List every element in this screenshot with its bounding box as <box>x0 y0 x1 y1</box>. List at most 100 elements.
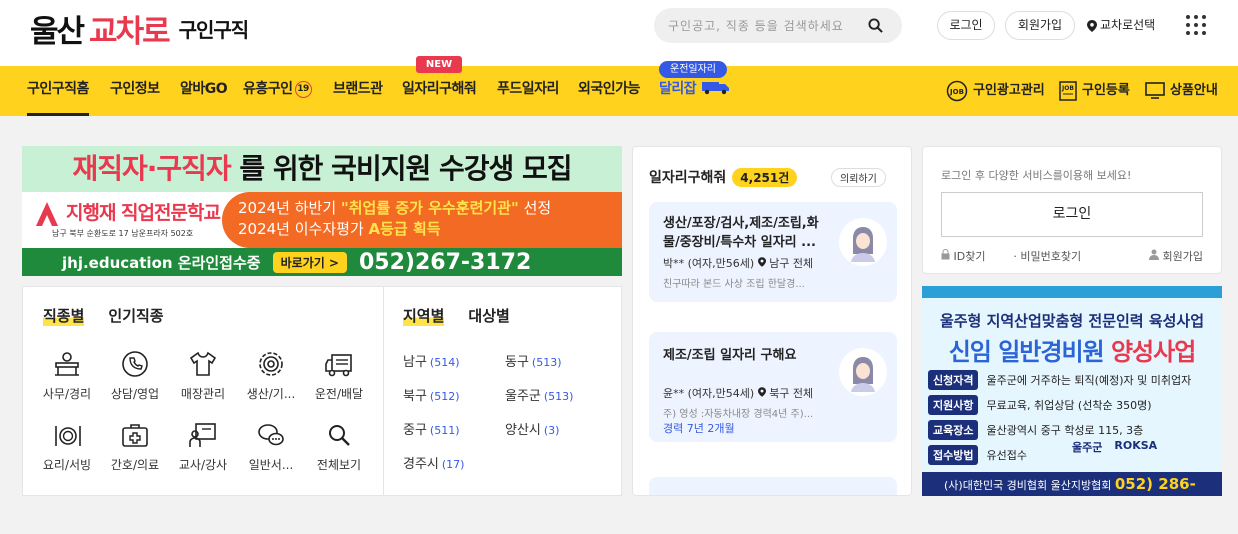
region-item[interactable]: 동구 (513) <box>505 351 607 370</box>
nav-food-job[interactable]: 푸드일자리 <box>497 66 559 116</box>
category-teacher[interactable]: 교사/강사 <box>169 420 237 473</box>
chat-icon <box>258 424 284 446</box>
nav-foreigner[interactable]: 외국인가능 <box>578 66 640 116</box>
nav-ad-manage[interactable]: JOB 구인광고관리 <box>946 66 1045 116</box>
banner2-row-label: 지원사항 <box>928 395 979 415</box>
banner1-title-red: 재직자·구직자 <box>72 152 231 185</box>
female-avatar-icon <box>851 357 875 392</box>
site-logo[interactable]: 울산 교차로 구인구직 <box>30 6 249 50</box>
category-cooking[interactable]: 요리/서빙 <box>33 420 101 473</box>
tab-by-job[interactable]: 직종별 <box>43 305 85 326</box>
job-seeker-card[interactable] <box>649 477 897 495</box>
nav-find-job[interactable]: 일자리구해줘 <box>402 66 477 116</box>
banner2-row: 신청자격 울주군에 거주하는 퇴직(예정)자 및 미취업자 <box>928 370 1191 390</box>
job-seeker-card[interactable]: 생산/포장/검사,제조/조립,화물/중장비/특수차 일자리 ... 박** (여… <box>649 202 897 302</box>
region-item[interactable]: 북구 (512) <box>403 385 505 404</box>
nav-ad-manage-label: 구인광고관리 <box>973 83 1045 98</box>
all-menu-icon[interactable] <box>1186 15 1206 35</box>
lock-icon <box>941 249 950 260</box>
region-item[interactable]: 중구 (511) <box>403 419 505 438</box>
search-icon[interactable] <box>868 18 883 33</box>
category-view-all[interactable]: 전체보기 <box>305 420 373 473</box>
category-label: 교사/강사 <box>178 458 228 472</box>
security-training-banner[interactable]: 울주형 지역산업맞춤형 전문인력 육성사업 신임 일반경비원 양성사업 신청자격… <box>922 286 1222 496</box>
join-link[interactable]: 회원가입 <box>1149 248 1203 264</box>
banner2-row-label: 접수방법 <box>928 445 979 465</box>
banner1-go-button[interactable]: 바로가기 > <box>272 251 347 273</box>
nav-home[interactable]: 구인구직홈 <box>27 66 89 116</box>
banner2-logos: 울주군 ROKSA <box>1072 439 1157 455</box>
region-item[interactable]: 경주시 (17) <box>403 453 505 472</box>
job-seeker-count: 4,251건 <box>732 167 798 187</box>
banner1-title: 재직자·구직자 를 위한 국비지원 수강생 모집 <box>22 146 622 192</box>
banner1-school: 지행재 직업전문학교 <box>66 202 221 224</box>
signup-button[interactable]: 회원가입 <box>1005 11 1075 40</box>
region-select[interactable]: 교차로선택 <box>1087 11 1155 40</box>
banner1-middle: 지행재 직업전문학교 남구 북부 순환도로 17 남운프라자 502호 2024… <box>22 192 622 248</box>
tab-by-region[interactable]: 지역별 <box>403 305 445 326</box>
phone-icon <box>122 351 148 377</box>
banner2-row-text: 유선접수 <box>986 449 1027 462</box>
banner2-title2-b: 양성사업 <box>1110 338 1196 366</box>
login-button[interactable]: 로그인 <box>937 11 995 40</box>
category-general-service[interactable]: 일반서... <box>237 420 305 473</box>
find-password-link[interactable]: · 비밀번호찾기 <box>1013 248 1081 264</box>
category-driving[interactable]: 운전/배달 <box>305 349 373 402</box>
user-icon <box>1149 249 1160 260</box>
category-divider <box>383 287 384 495</box>
job-seeker-card[interactable]: 제조/조립 일자리 구해요 윤** (여자,만54세) 북구 전체 주) 영성 … <box>649 332 897 442</box>
region-name: 중구 <box>403 423 427 438</box>
job-circle-icon: JOB <box>946 80 968 102</box>
category-label: 상담/영업 <box>110 387 160 401</box>
card-desc: 주) 영성 :자동차내장 경력4년 주)... <box>663 409 814 420</box>
category-office[interactable]: 사무/경리 <box>33 349 101 402</box>
category-medical[interactable]: 간호/의료 <box>101 420 169 473</box>
join-label: 회원가입 <box>1162 250 1203 263</box>
tab-by-target[interactable]: 대상별 <box>468 305 509 326</box>
category-box: 직종별 인기직종 사무/경리 상담/영업 매장관리 생산/기... 운전/배달 … <box>22 286 622 496</box>
request-button[interactable]: 의뢰하기 <box>831 168 886 187</box>
category-sales[interactable]: 상담/영업 <box>101 349 169 402</box>
tab-popular-job[interactable]: 인기직종 <box>108 305 163 326</box>
region-name: 양산시 <box>505 423 541 438</box>
nav-products[interactable]: 상품안내 <box>1145 66 1218 116</box>
card-region: 남구 전체 <box>769 257 814 270</box>
banner2-row-text: 울산광역시 중구 학성로 115, 3층 <box>986 424 1144 437</box>
region-count: (513) <box>543 390 574 403</box>
banner1-line1-pre: 2024년 하반기 <box>238 199 341 217</box>
school-ad-banner[interactable]: 재직자·구직자 를 위한 국비지원 수강생 모집 지행재 직업전문학교 남구 북… <box>22 146 622 276</box>
region-item[interactable]: 남구 (514) <box>403 351 505 370</box>
region-count: (512) <box>429 390 460 403</box>
banner2-top-strip <box>922 286 1222 298</box>
region-item[interactable]: 양산시 (3) <box>505 419 607 438</box>
region-item[interactable]: 울주군 (513) <box>505 385 607 404</box>
nav-post-job[interactable]: JOB 구인등록 <box>1059 66 1130 116</box>
nav-job-info[interactable]: 구인정보 <box>110 66 160 116</box>
category-label: 매장관리 <box>180 387 226 401</box>
uljugun-logo: 울주군 <box>1072 441 1103 454</box>
region-name: 울주군 <box>505 389 541 404</box>
search-input[interactable] <box>668 18 868 33</box>
region-count: (511) <box>429 424 460 437</box>
banner1-awards: 2024년 하반기 "취업률 증가 우수훈련기관" 선정 2024년 이수자평가… <box>222 192 622 248</box>
nav-driver-label: 달리잡 <box>659 81 697 97</box>
card-desc: 친구따라 본드 사상 조립 한달경... <box>663 279 805 290</box>
login-box-button[interactable]: 로그인 <box>941 192 1203 237</box>
nav-products-label: 상품안내 <box>1170 83 1218 98</box>
roksa-logo: ROKSA <box>1114 439 1158 452</box>
find-id-link[interactable]: ID찾기 <box>941 248 985 264</box>
banner2-org: (사)대한민국 경비협회 울산지방협회 <box>944 479 1112 492</box>
nav-albago[interactable]: 알바GO <box>180 66 228 116</box>
nav-brand[interactable]: 브랜드관 <box>333 66 383 116</box>
category-label: 운전/배달 <box>314 387 364 401</box>
category-store[interactable]: 매장관리 <box>169 349 237 402</box>
card-experience: 경력 7년 2개월 <box>663 422 735 435</box>
desk-icon <box>55 352 79 376</box>
nav-entertainment[interactable]: 유흥구인 19 <box>243 66 312 116</box>
search-icon <box>329 425 350 446</box>
card-meta: 박** (여자,만56세) 남구 전체 <box>663 255 813 271</box>
card-person: 윤** (여자,만54세) <box>663 387 755 400</box>
banner1-line2-pre: 2024년 이수자평가 <box>238 220 369 238</box>
region-name: 남구 <box>403 355 427 370</box>
category-production[interactable]: 생산/기... <box>237 349 305 402</box>
